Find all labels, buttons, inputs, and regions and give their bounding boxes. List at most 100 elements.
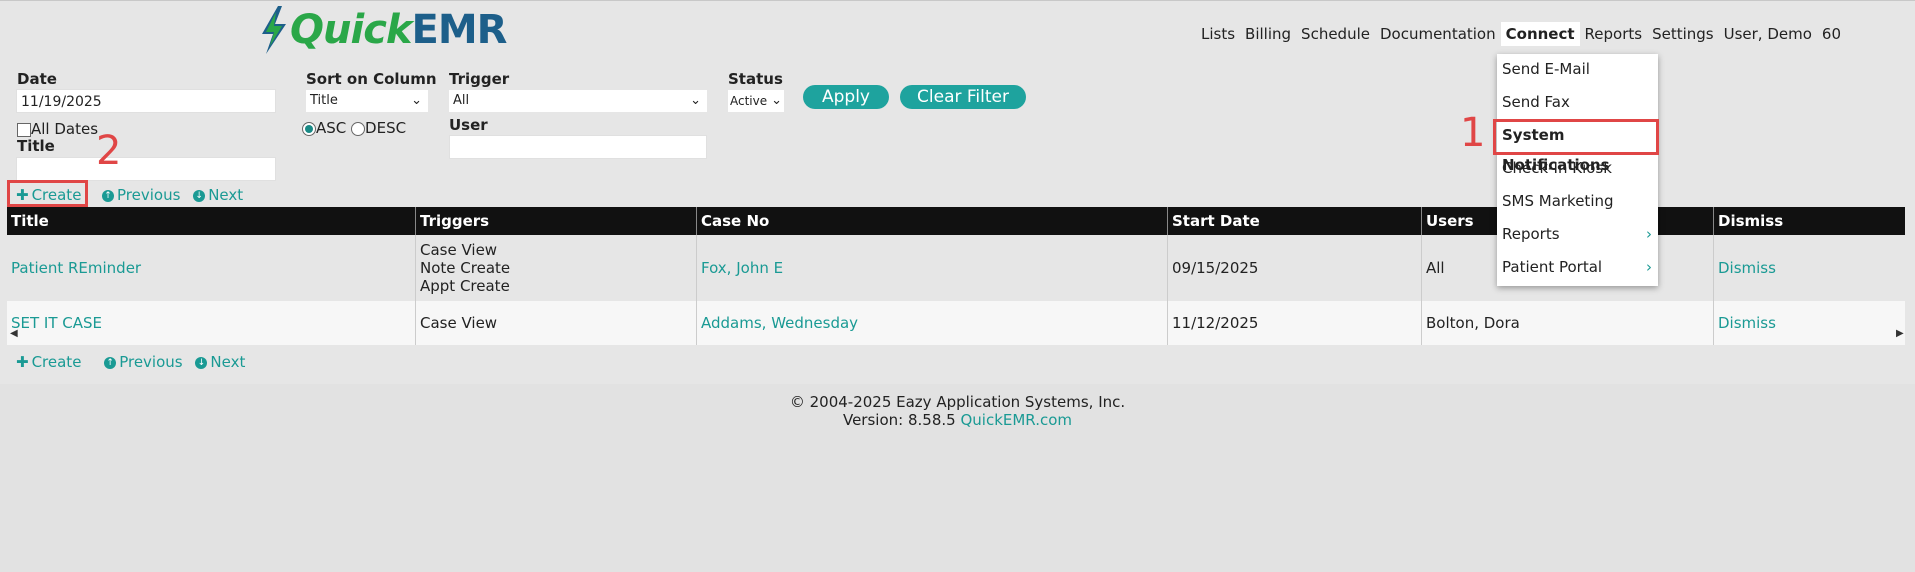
footer-version-text: Version: 8.58.5 [842,411,956,429]
all-dates-checkbox[interactable] [17,122,31,137]
nav-schedule[interactable]: Schedule [1296,22,1375,46]
desc-radio[interactable] [351,121,366,136]
desc-label: DESC [365,119,407,137]
apply-button[interactable]: Apply [803,85,889,109]
plus-icon: ✚ [16,353,29,371]
arrow-down-icon: ↓ [195,356,208,369]
lightning-bolt-icon [262,6,286,54]
highlight-box-system-notifications [1493,119,1659,155]
status-select[interactable]: Active ⌄ [728,90,784,112]
nav-user[interactable]: User, Demo [1719,22,1817,46]
menu-item-send-fax[interactable]: Send Fax [1502,87,1652,117]
col-triggers[interactable]: Triggers [415,207,697,235]
row-title-cell: SET IT CASE [7,301,416,345]
highlight-box-create [7,180,88,207]
row-dismiss-cell: Dismiss [1713,235,1905,301]
row-title-link[interactable]: Patient REminder [11,259,141,277]
main-nav: Lists Billing Schedule Documentation Con… [1196,22,1846,46]
sort-direction: ASC DESC [302,119,406,137]
sort-select[interactable]: Title ⌄ [306,90,428,112]
previous-link[interactable]: ↑ Previous [104,353,183,371]
sort-label: Sort on Column [306,70,437,88]
previous-link-label: Previous [119,353,183,371]
all-dates-label: All Dates [31,120,99,138]
scroll-left-icon[interactable]: ◀ [10,328,18,339]
connect-menu: Send E-Mail Send Fax System Notification… [1497,54,1658,286]
chevron-down-icon: ⌄ [771,93,782,108]
row-case-link[interactable]: Addams, Wednesday [701,314,858,332]
scroll-right-icon[interactable]: ▶ [1896,328,1904,339]
clear-filter-button[interactable]: Clear Filter [900,85,1026,109]
footer-link[interactable]: QuickEMR.com [960,411,1072,429]
menu-item-reports[interactable]: Reports › [1502,219,1652,249]
chevron-down-icon: ⌄ [411,93,422,108]
nav-reports[interactable]: Reports [1580,22,1648,46]
menu-item-sms-marketing[interactable]: SMS Marketing [1502,186,1652,216]
row-case-cell: Fox, John E [696,235,1168,301]
arrow-up-icon: ↑ [102,189,114,202]
row-case-link[interactable]: Fox, John E [701,259,783,277]
dismiss-link[interactable]: Dismiss [1718,314,1776,332]
menu-item-label: Check-In Kiosk [1502,159,1612,177]
user-input[interactable] [449,135,707,159]
menu-item-check-in-kiosk[interactable]: Check-In Kiosk [1502,153,1652,183]
menu-item-send-email[interactable]: Send E-Mail [1502,54,1652,84]
menu-item-label: SMS Marketing [1502,192,1614,210]
annotation-number-2: 2 [96,128,122,174]
col-case-no[interactable]: Case No [696,207,1168,235]
trigger-item: Case View [420,241,498,259]
quickemr-logo[interactable]: Quick EMR [258,4,508,56]
row-case-cell: Addams, Wednesday [696,301,1168,345]
nav-settings[interactable]: Settings [1647,22,1719,46]
nav-session-timer: 60 [1821,25,1841,43]
row-triggers-cell: Case View [415,301,697,345]
col-dismiss[interactable]: Dismiss [1713,207,1905,235]
nav-connect[interactable]: Connect [1500,22,1580,46]
previous-link[interactable]: ↑ Previous [102,186,180,204]
footer-version: Version: 8.58.5 QuickEMR.com [0,411,1915,429]
title-label: Title [17,137,55,155]
row-dismiss-cell: Dismiss [1713,301,1905,345]
row-title-link[interactable]: SET IT CASE [11,314,102,332]
trigger-item: Appt Create [420,277,510,295]
create-link[interactable]: ✚ Create [16,353,81,371]
table-row: SET IT CASE Case View Addams, Wednesday … [7,301,1905,345]
all-dates-option[interactable]: All Dates [17,120,98,138]
row-start-date: 11/12/2025 [1167,301,1422,345]
col-title[interactable]: Title [7,207,416,235]
nav-documentation[interactable]: Documentation [1375,22,1501,46]
next-link[interactable]: ↓ Next [195,353,245,371]
sort-select-value: Title [310,93,338,108]
pager-top: ↑ Previous ↓ Next [102,186,243,204]
menu-item-label: Send Fax [1502,93,1570,111]
status-label: Status [728,70,783,88]
logo-emr-text: EMR [411,7,508,53]
row-users: Bolton, Dora [1421,301,1714,345]
col-start-date[interactable]: Start Date [1167,207,1422,235]
previous-link-label: Previous [117,186,181,204]
next-link-label: Next [210,353,246,371]
menu-item-patient-portal[interactable]: Patient Portal › [1502,252,1652,282]
nav-lists[interactable]: Lists [1196,22,1240,46]
footer-copyright: © 2004-2025 Eazy Application Systems, In… [789,393,1126,411]
date-input[interactable]: 11/19/2025 [16,89,276,113]
row-title-cell: Patient REminder [7,235,416,301]
chevron-right-icon: › [1646,225,1652,243]
menu-item-label: Patient Portal [1502,258,1603,276]
asc-radio[interactable] [302,121,316,136]
row-start-date: 09/15/2025 [1167,235,1422,301]
chevron-right-icon: › [1646,258,1652,276]
trigger-select-value: All [453,93,470,108]
date-label: Date [17,70,57,88]
menu-item-label: Send E-Mail [1502,60,1590,78]
annotation-number-1: 1 [1460,110,1486,156]
arrow-down-icon: ↓ [193,189,206,202]
trigger-select[interactable]: All ⌄ [449,90,707,112]
dismiss-link[interactable]: Dismiss [1718,259,1776,277]
title-input[interactable] [16,157,276,181]
next-link[interactable]: ↓ Next [193,186,243,204]
arrow-up-icon: ↑ [104,356,117,369]
logo-quick-text: Quick [290,7,413,53]
nav-billing[interactable]: Billing [1240,22,1296,46]
user-label: User [449,116,488,134]
